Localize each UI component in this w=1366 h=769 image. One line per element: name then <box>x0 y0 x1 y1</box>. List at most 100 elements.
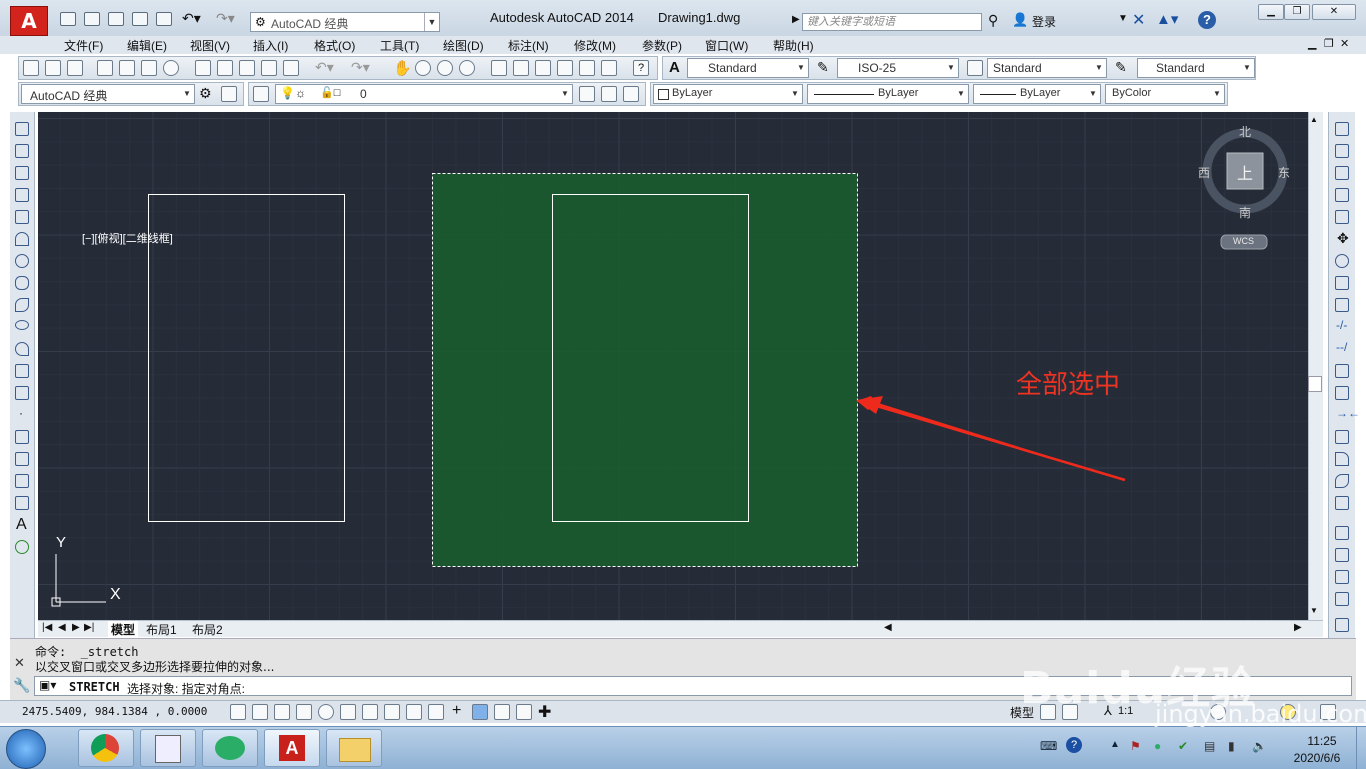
quickcalc-icon[interactable] <box>601 60 617 76</box>
sheet-set-icon[interactable] <box>557 60 573 76</box>
open-file-icon[interactable] <box>84 12 100 26</box>
break-icon[interactable] <box>1335 386 1349 400</box>
ellipse-arc-icon[interactable] <box>15 342 29 356</box>
clock-date[interactable]: 2020/6/6 <box>1282 751 1352 765</box>
stretch-icon[interactable] <box>1335 298 1349 312</box>
linetype-dropdown[interactable]: ByLayer ▼ <box>807 84 969 104</box>
table-icon[interactable] <box>15 496 29 510</box>
tray-flag-icon[interactable]: ⚑ <box>1130 739 1141 753</box>
copy-object-icon[interactable] <box>1335 144 1349 158</box>
move-icon[interactable]: ✥ <box>1337 230 1349 247</box>
spline-icon[interactable] <box>15 298 29 312</box>
send-to-back-icon[interactable] <box>1335 570 1349 584</box>
copy-icon[interactable] <box>217 60 233 76</box>
gradient-icon[interactable] <box>15 452 29 466</box>
bring-to-front-icon[interactable] <box>1335 548 1349 562</box>
tool-palettes-icon[interactable] <box>535 60 551 76</box>
join-icon[interactable]: →← <box>1336 406 1360 420</box>
volume-icon[interactable]: 🔈 <box>1252 739 1267 753</box>
command-recent-icon[interactable]: ▣▾ <box>39 678 56 692</box>
hscroll-right-icon[interactable]: ▶ <box>1294 622 1302 633</box>
transparency-icon[interactable] <box>472 704 488 720</box>
tray-security-icon[interactable]: ✔ <box>1178 739 1188 753</box>
object-snap-tracking-icon[interactable] <box>384 704 400 720</box>
trim-icon[interactable]: -/- <box>1336 318 1347 332</box>
publish-icon[interactable] <box>141 60 157 76</box>
redo-icon[interactable]: ↷▾ <box>216 10 235 27</box>
autocad-logo-icon[interactable]: A <box>10 6 48 36</box>
dynamic-ucs-icon[interactable] <box>406 704 422 720</box>
layer-previous-icon[interactable] <box>601 86 617 102</box>
exchange-icon[interactable]: ✕ <box>1132 10 1145 30</box>
save-as-icon[interactable] <box>132 12 148 26</box>
customize-wrench-icon[interactable]: 🔧 <box>13 677 30 694</box>
grid-display-icon[interactable] <box>274 704 290 720</box>
make-block-icon[interactable] <box>15 386 29 400</box>
object-snap-icon[interactable] <box>340 704 356 720</box>
tab-model[interactable]: 模型 <box>108 621 139 638</box>
keyboard-icon[interactable]: ⌨ <box>1040 739 1057 753</box>
zoom-previous-icon[interactable] <box>459 60 475 76</box>
explode-icon[interactable] <box>1335 496 1349 510</box>
taskbar-editor-icon[interactable] <box>140 729 196 767</box>
scroll-thumb[interactable] <box>1308 376 1322 392</box>
menu-view[interactable]: 视图(V) <box>190 37 230 54</box>
vertical-scrollbar[interactable]: ▲ ▼ <box>1308 112 1323 620</box>
plot-style-dropdown[interactable]: ByColor ▼ <box>1105 84 1225 104</box>
bring-above-icon[interactable] <box>1335 592 1349 606</box>
workspace-dropdown[interactable]: ⚙ AutoCAD 经典 ▼ <box>250 12 440 32</box>
dim-style-dropdown[interactable]: ISO-25 ▼ <box>837 58 959 78</box>
tray-wechat-icon[interactable]: ● <box>1154 739 1161 753</box>
erase-icon[interactable] <box>1335 122 1349 136</box>
doc-minimize-button[interactable]: ▁ <box>1308 37 1316 50</box>
polyline-icon[interactable] <box>15 166 29 180</box>
scale-icon[interactable] <box>1335 276 1349 290</box>
circle-icon[interactable] <box>15 254 29 268</box>
rectangle-icon[interactable] <box>15 210 29 224</box>
menu-tools[interactable]: 工具(T) <box>380 37 419 54</box>
make-current-layer-icon[interactable] <box>579 86 595 102</box>
tray-device-icon[interactable]: ▤ <box>1204 739 1215 753</box>
tray-expand-icon[interactable]: ▲ <box>1110 739 1120 750</box>
cut-icon[interactable] <box>195 60 211 76</box>
undo-icon[interactable]: ↶▾ <box>315 59 334 76</box>
tab-last-icon[interactable]: ▶| <box>84 622 94 633</box>
extend-icon[interactable]: --/ <box>1336 340 1347 354</box>
workspace-dropdown-2[interactable]: AutoCAD 经典 ▼ <box>21 84 195 104</box>
lineweight-dropdown[interactable]: ByLayer ▼ <box>973 84 1101 104</box>
close-button[interactable]: ✕ <box>1312 4 1356 20</box>
maximize-button[interactable]: ❐ <box>1284 4 1310 20</box>
block-editor-icon[interactable] <box>283 60 299 76</box>
menu-parametric[interactable]: 参数(P) <box>642 37 682 54</box>
menu-window[interactable]: 窗口(W) <box>705 37 748 54</box>
show-desktop-button[interactable] <box>1356 727 1366 769</box>
arc-icon[interactable] <box>15 232 29 246</box>
mirror-icon[interactable] <box>1335 166 1349 180</box>
quick-properties-icon[interactable] <box>494 704 510 720</box>
tab-first-icon[interactable]: |◀ <box>42 622 52 633</box>
rotate-icon[interactable] <box>1335 254 1349 268</box>
network-icon[interactable]: ▮ <box>1228 739 1235 753</box>
match-properties-icon[interactable] <box>261 60 277 76</box>
compass-west[interactable]: 西 <box>1198 164 1210 181</box>
line-icon[interactable] <box>15 122 29 136</box>
offset-icon[interactable] <box>1335 188 1349 202</box>
zoom-window-icon[interactable] <box>437 60 453 76</box>
tab-layout1[interactable]: 布局1 <box>146 621 177 638</box>
clock-time[interactable]: 11:25 <box>1292 734 1352 748</box>
menu-file[interactable]: 文件(F) <box>64 37 103 54</box>
compass-north[interactable]: 北 <box>1239 123 1251 140</box>
scroll-up-icon[interactable]: ▲ <box>1310 115 1318 124</box>
hscroll-left-icon[interactable]: ◀ <box>884 622 892 633</box>
text-to-front-icon[interactable] <box>1335 618 1349 632</box>
taskbar-wechat-icon[interactable] <box>202 729 258 767</box>
design-center-icon[interactable] <box>513 60 529 76</box>
polar-tracking-icon[interactable] <box>318 704 334 720</box>
plot-icon[interactable] <box>156 12 172 26</box>
polygon-icon[interactable] <box>15 188 29 202</box>
undo-icon[interactable]: ↶▾ <box>182 10 201 27</box>
break-at-point-icon[interactable] <box>1335 364 1349 378</box>
menu-format[interactable]: 格式(O) <box>314 37 355 54</box>
array-icon[interactable] <box>1335 210 1349 224</box>
redo-icon[interactable]: ↷▾ <box>351 59 370 76</box>
